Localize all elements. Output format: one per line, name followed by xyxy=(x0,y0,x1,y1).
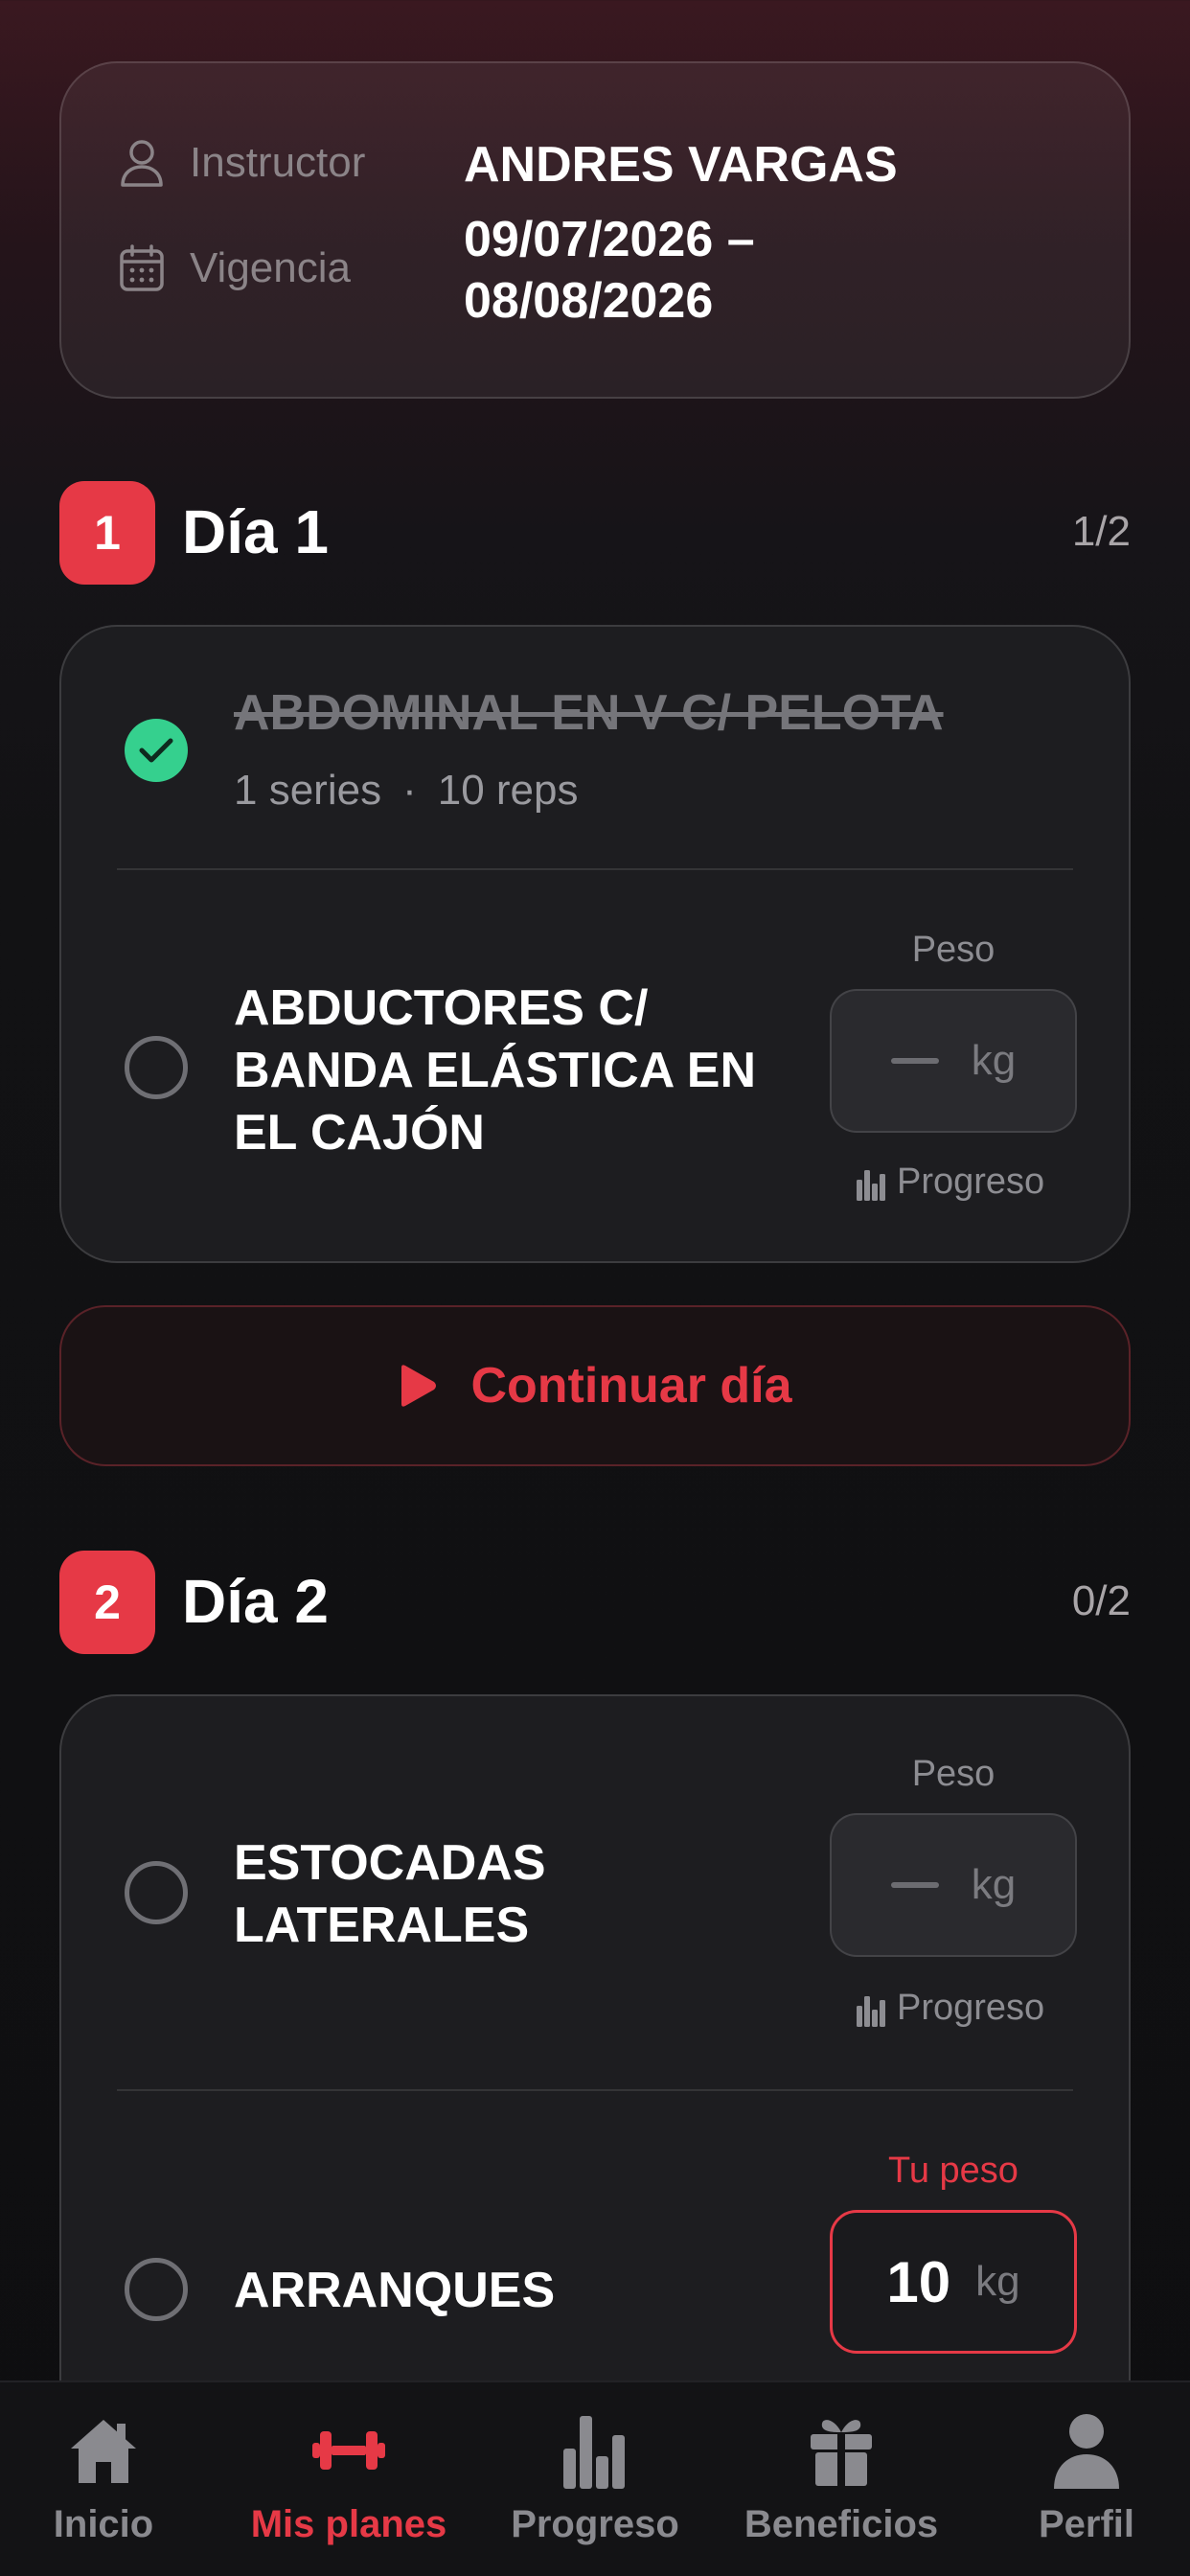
day-2-badge: 2 xyxy=(59,1551,155,1654)
user-icon xyxy=(972,2409,1190,2492)
exercise-name: ABDUCTORES C/ BANDA ELÁSTICA EN EL CAJÓN xyxy=(234,978,756,1164)
day-1-header: 1 Día 1 1/2 xyxy=(59,481,1131,585)
nav-label: Inicio xyxy=(53,2503,154,2545)
nav-item-perfil[interactable]: Perfil xyxy=(972,2409,1190,2546)
weight-unit: kg xyxy=(971,1037,1017,1084)
day-2-count: 0/2 xyxy=(1071,1577,1131,1624)
dumbbell-icon xyxy=(234,2409,464,2492)
vigencia-value: 09/07/2026 – 08/08/2026 xyxy=(464,209,755,332)
vigencia-label: Vigencia xyxy=(190,244,351,291)
exercise-checkbox[interactable] xyxy=(125,1036,188,1099)
bottom-navigation: Inicio Mis planes Progreso Beneficios Pe… xyxy=(0,2380,1190,2576)
day-1-exercises-card: ABDOMINAL EN V C/ PELOTA 1 series · 10 rep… xyxy=(59,625,1131,1263)
exercise-reps: 10 reps xyxy=(437,767,579,814)
weight-unit: kg xyxy=(975,2258,1020,2305)
divider xyxy=(117,868,1073,870)
play-icon xyxy=(401,1365,437,1407)
empty-value-dash xyxy=(890,1058,939,1064)
meta-separator: · xyxy=(402,767,417,814)
calendar-icon xyxy=(117,243,167,293)
divider xyxy=(117,2089,1073,2091)
exercise-series: 1 series xyxy=(234,767,382,814)
gift-icon xyxy=(726,2409,956,2492)
weight-label: Peso xyxy=(911,1754,995,1794)
empty-value-dash xyxy=(890,1882,939,1888)
day-1-badge: 1 xyxy=(59,481,155,585)
nav-item-progreso[interactable]: Progreso xyxy=(480,2409,710,2546)
exercise-checkbox[interactable] xyxy=(125,1861,188,1924)
vigencia-end: 08/08/2026 xyxy=(464,273,714,329)
day-2-title: Día 2 xyxy=(182,1567,329,1636)
home-icon xyxy=(0,2409,218,2492)
weight-unit: kg xyxy=(971,1861,1017,1908)
exercise-name-line: BANDA ELÁSTICA EN xyxy=(234,1043,757,1098)
continue-day-label: Continuar día xyxy=(470,1358,792,1414)
weight-label: Peso xyxy=(911,930,995,970)
nav-label: Mis planes xyxy=(250,2503,447,2545)
plan-info-card: Instructor ANDRES VARGAS Vigencia 09/07/… xyxy=(59,61,1131,399)
exercise-name-line: ABDUCTORES C/ xyxy=(234,980,649,1036)
exercise-name-line: LATERALES xyxy=(234,1898,530,1953)
day-1-count: 1/2 xyxy=(1071,508,1131,555)
check-icon xyxy=(139,738,173,763)
instructor-row: Instructor xyxy=(117,138,365,188)
user-outline-icon xyxy=(117,138,167,188)
progress-link[interactable]: Progreso xyxy=(855,1162,1044,1203)
plans-scroll-area[interactable]: Instructor ANDRES VARGAS Vigencia 09/07/… xyxy=(0,0,1190,2380)
day-1-title: Día 1 xyxy=(182,497,329,566)
nav-label: Progreso xyxy=(511,2503,679,2545)
progress-link[interactable]: Progreso xyxy=(855,1988,1044,2029)
instructor-value: ANDRES VARGAS xyxy=(464,137,898,193)
exercise-name: ABDOMINAL EN V C/ PELOTA xyxy=(234,685,944,741)
nav-item-mis-planes[interactable]: Mis planes xyxy=(234,2409,464,2546)
vigencia-start: 09/07/2026 – xyxy=(464,212,755,267)
weight-input[interactable]: 10 kg xyxy=(830,2210,1077,2354)
day-2-exercises-card: ESTOCADAS LATERALES Peso kg Progreso ARR… xyxy=(59,1694,1131,2380)
exercise-name: ARRANQUES xyxy=(234,2263,556,2318)
bar-chart-icon xyxy=(480,2409,710,2492)
weight-label: Tu peso xyxy=(888,2150,1018,2191)
exercise-meta: 1 series · 10 reps xyxy=(234,767,579,815)
nav-item-beneficios[interactable]: Beneficios xyxy=(726,2409,956,2546)
instructor-label: Instructor xyxy=(190,139,366,186)
progress-label: Progreso xyxy=(897,1988,1045,2028)
weight-input[interactable]: kg xyxy=(830,1813,1077,1957)
vigencia-row: Vigencia xyxy=(117,243,351,293)
exercise-name-line: ESTOCADAS xyxy=(234,1835,546,1891)
exercise-checkbox[interactable] xyxy=(125,2258,188,2321)
nav-label: Perfil xyxy=(1038,2503,1135,2545)
day-2-header: 2 Día 2 0/2 xyxy=(59,1551,1131,1654)
progress-label: Progreso xyxy=(897,1162,1045,1202)
exercise-name-line: EL CAJÓN xyxy=(234,1105,485,1161)
exercise-name: ESTOCADAS LATERALES xyxy=(234,1832,546,1957)
weight-value: 10 xyxy=(886,2249,951,2314)
nav-item-inicio[interactable]: Inicio xyxy=(0,2409,218,2546)
bar-chart-icon xyxy=(857,1995,885,2027)
weight-input[interactable]: kg xyxy=(830,989,1077,1133)
exercise-checkbox-checked[interactable] xyxy=(125,719,188,782)
bar-chart-icon xyxy=(857,1169,885,1201)
nav-label: Beneficios xyxy=(744,2503,939,2545)
continue-day-button[interactable]: Continuar día xyxy=(59,1305,1131,1466)
